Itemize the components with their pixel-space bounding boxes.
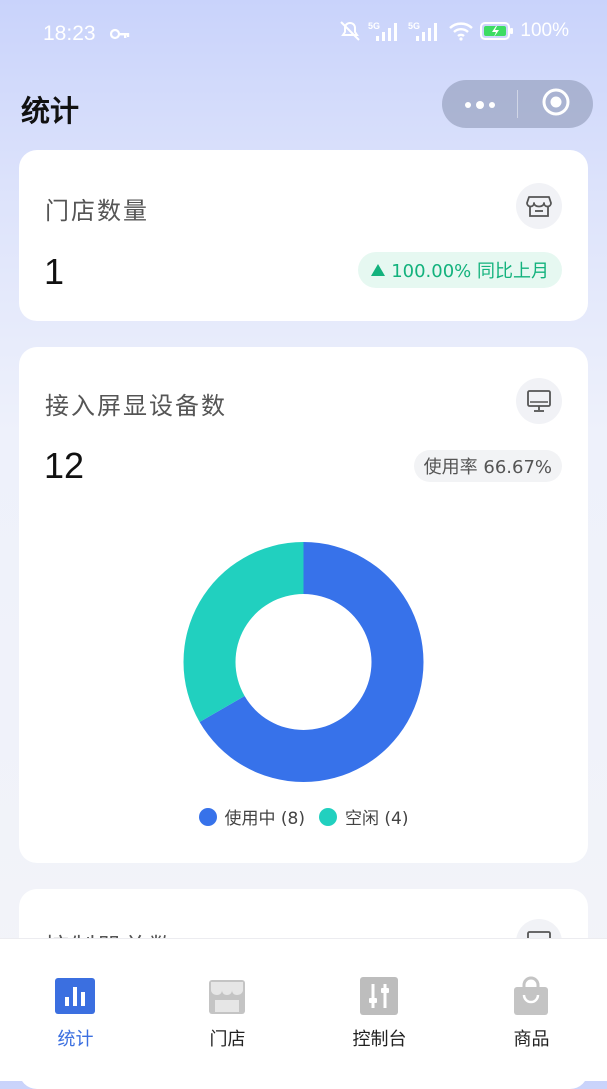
triangle-up-icon xyxy=(371,260,386,281)
svg-text:5G: 5G xyxy=(368,21,380,31)
bottom-tab-bar: 统计 门店 控制台 商品 xyxy=(0,938,607,1081)
tab-label: 统计 xyxy=(57,1029,94,1050)
legend-item-in-use: 使用中 (8) xyxy=(198,804,305,829)
close-button[interactable] xyxy=(518,80,593,128)
legend-label-idle: 空闲 (4) xyxy=(345,809,409,829)
bar-chart-icon xyxy=(55,976,95,1016)
mute-icon xyxy=(338,20,362,42)
store-count-card[interactable]: 门店数量 1 100.00% 同比上月 xyxy=(19,150,588,321)
tab-console[interactable]: 控制台 xyxy=(304,939,455,1069)
page-title: 统计 xyxy=(21,94,80,128)
store-count-value: 1 xyxy=(44,251,65,292)
mini-program-capsule xyxy=(442,80,593,128)
donut-slice-idle xyxy=(183,542,304,722)
tab-statistics[interactable]: 统计 xyxy=(0,939,151,1069)
screen-count-value: 12 xyxy=(44,445,85,486)
tab-label: 门店 xyxy=(209,1029,246,1050)
shopping-bag-icon xyxy=(511,976,551,1016)
card-title: 门店数量 xyxy=(45,197,149,225)
chart-legend: 使用中 (8) 空闲 (4) xyxy=(19,804,588,829)
legend-dot-idle xyxy=(319,807,337,826)
card-title: 接入屏显设备数 xyxy=(45,392,227,420)
monitor-icon xyxy=(516,378,562,424)
trend-text: 100.00% 同比上月 xyxy=(391,261,549,282)
legend-label-in-use: 使用中 (8) xyxy=(224,809,305,829)
target-icon xyxy=(541,87,571,121)
battery-icon xyxy=(480,21,514,41)
storefront-icon xyxy=(516,183,562,229)
more-dots-icon xyxy=(463,95,497,114)
status-time: 18:23 xyxy=(43,22,96,45)
screen-devices-card[interactable]: 接入屏显设备数 12 使用率 66.67% 使用中 (8) 空闲 (4) xyxy=(19,347,588,863)
signal-5g-icon: 5G xyxy=(408,20,442,42)
usage-donut-chart xyxy=(183,542,424,782)
svg-text:5G: 5G xyxy=(408,21,420,31)
status-icons: 5G 5G 100% xyxy=(338,20,569,42)
more-button[interactable] xyxy=(442,80,517,128)
key-icon xyxy=(109,26,130,45)
tab-products[interactable]: 商品 xyxy=(456,939,607,1069)
wifi-icon xyxy=(448,21,474,41)
legend-item-idle: 空闲 (4) xyxy=(319,804,408,829)
signal-5g-icon: 5G xyxy=(368,20,402,42)
tab-stores[interactable]: 门店 xyxy=(152,939,303,1069)
trend-badge: 100.00% 同比上月 xyxy=(358,252,562,288)
usage-badge: 使用率 66.67% xyxy=(413,450,562,482)
tab-label: 商品 xyxy=(513,1029,550,1050)
sliders-icon xyxy=(359,976,399,1016)
battery-percent: 100% xyxy=(520,20,569,41)
status-bar: 18:23 5G 5G 100% xyxy=(0,0,607,72)
storefront-icon xyxy=(207,976,247,1016)
tab-label: 控制台 xyxy=(352,1029,407,1050)
legend-dot-in-use xyxy=(198,807,217,826)
